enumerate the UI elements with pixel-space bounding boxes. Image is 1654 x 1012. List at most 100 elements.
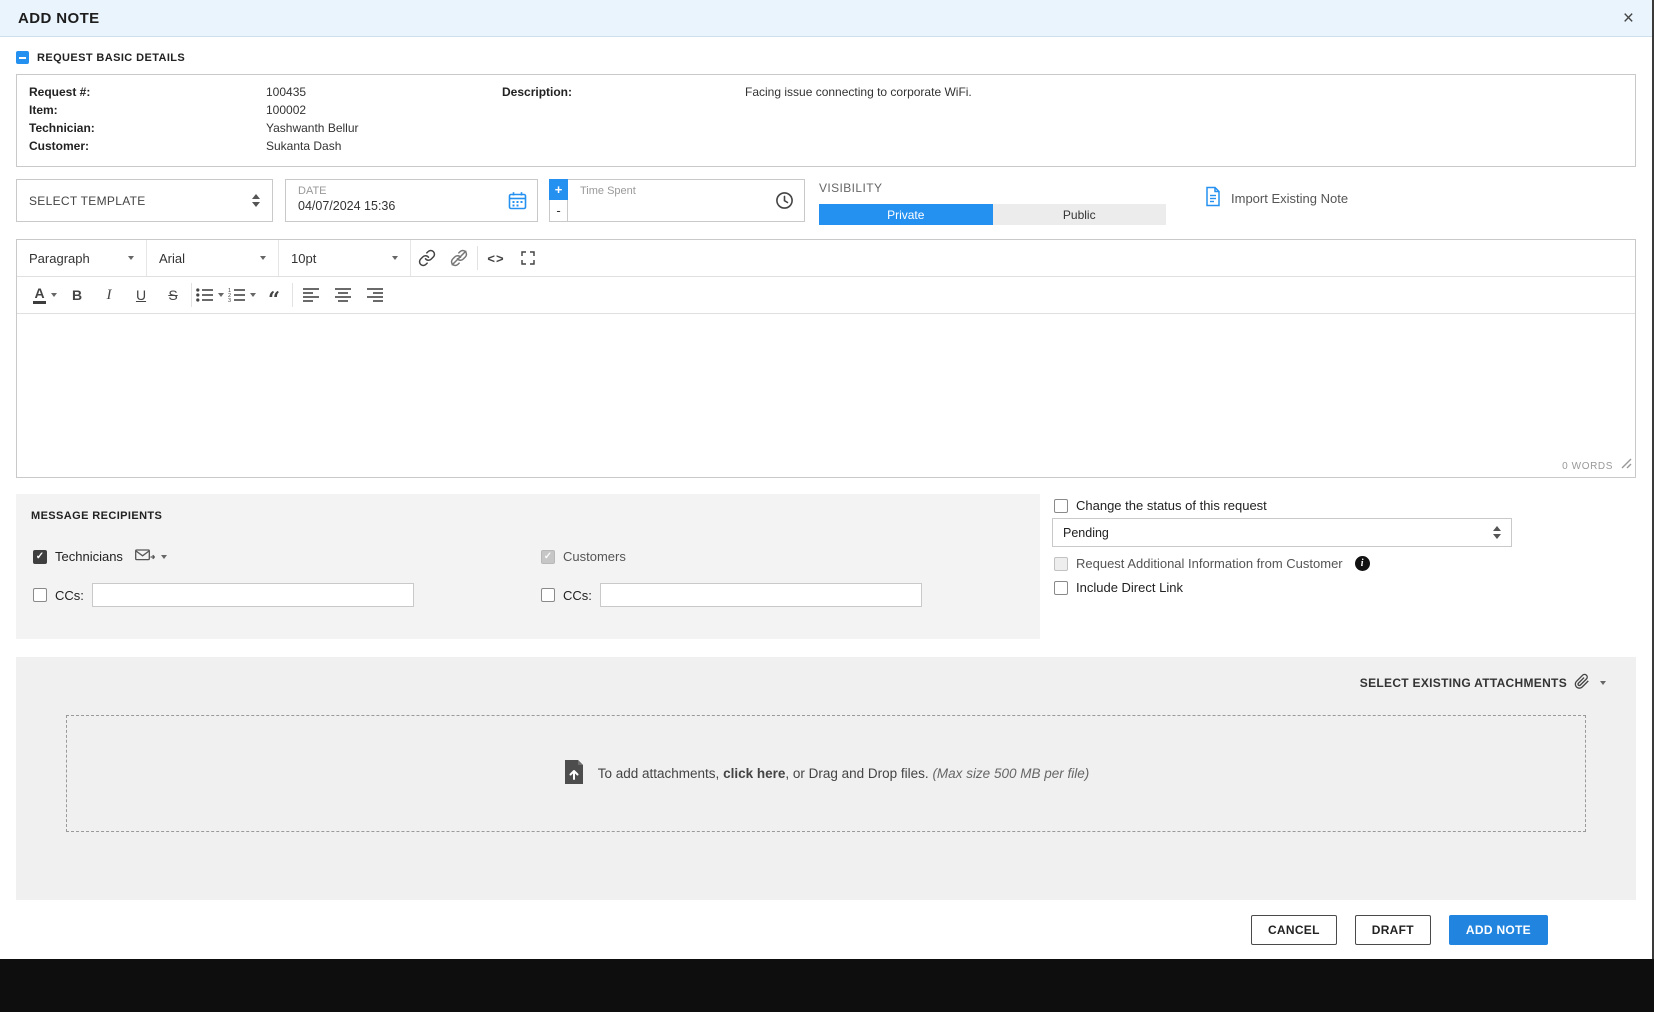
request-additional-info-label: Request Additional Information from Cust… xyxy=(1076,556,1343,571)
note-body-textarea[interactable]: 0 WORDS xyxy=(17,314,1635,477)
customer-ccs-input[interactable] xyxy=(600,583,922,607)
technician-ccs-label: CCs: xyxy=(55,588,84,603)
editor-toolbar-row-2: A B I U S 123 “ xyxy=(17,277,1635,314)
technician-ccs-checkbox[interactable] xyxy=(33,588,47,602)
align-left-icon xyxy=(303,288,319,302)
info-icon[interactable]: i xyxy=(1355,556,1370,571)
visibility-public-option[interactable]: Public xyxy=(993,204,1167,225)
customer-label: Customer: xyxy=(29,139,89,153)
customer-ccs-checkbox[interactable] xyxy=(541,588,555,602)
import-note-icon xyxy=(1203,186,1223,210)
fullscreen-icon xyxy=(520,250,536,266)
select-existing-attachments-label: SELECT EXISTING ATTACHMENTS xyxy=(1360,676,1567,690)
align-right-icon xyxy=(367,288,383,302)
font-size-dropdown[interactable]: 10pt xyxy=(279,240,411,276)
change-status-checkbox[interactable] xyxy=(1054,499,1068,513)
numbered-list-icon: 123 xyxy=(228,288,245,302)
chevron-down-icon xyxy=(218,293,224,297)
font-family-dropdown[interactable]: Arial xyxy=(147,240,279,276)
collapse-icon[interactable] xyxy=(16,51,29,64)
sort-arrows-icon xyxy=(252,194,260,207)
include-direct-link-checkbox[interactable] xyxy=(1054,581,1068,595)
date-field[interactable]: DATE 04/07/2024 15:36 xyxy=(285,179,538,222)
underline-button[interactable]: U xyxy=(125,277,157,313)
draft-button[interactable]: DRAFT xyxy=(1355,915,1431,945)
change-status-label: Change the status of this request xyxy=(1076,498,1267,513)
include-direct-link-label: Include Direct Link xyxy=(1076,580,1183,595)
toolbar-separator xyxy=(292,283,293,307)
technician-value: Yashwanth Bellur xyxy=(266,121,359,135)
clock-icon[interactable] xyxy=(775,191,794,215)
date-value: 04/07/2024 15:36 xyxy=(298,199,525,213)
select-existing-attachments-button[interactable]: SELECT EXISTING ATTACHMENTS xyxy=(1360,673,1606,693)
time-plus-button[interactable]: + xyxy=(549,179,568,200)
blockquote-button[interactable]: “ xyxy=(258,277,290,313)
message-recipients-panel: MESSAGE RECIPIENTS Technicians CCs: Cust… xyxy=(16,494,1040,639)
time-spent-field[interactable]: Time Spent xyxy=(568,179,805,222)
import-existing-note-button[interactable]: Import Existing Note xyxy=(1203,186,1348,210)
chevron-down-icon xyxy=(161,555,167,559)
bold-button[interactable]: B xyxy=(61,277,93,313)
technicians-checkbox[interactable] xyxy=(33,550,47,564)
visibility-label: VISIBILITY xyxy=(819,181,882,195)
remove-link-button[interactable] xyxy=(443,240,475,276)
customers-row: Customers xyxy=(541,549,626,564)
italic-button[interactable]: I xyxy=(93,277,125,313)
fullscreen-button[interactable] xyxy=(512,240,544,276)
time-stepper: + - xyxy=(549,179,568,222)
customers-label: Customers xyxy=(563,549,626,564)
strikethrough-button[interactable]: S xyxy=(157,277,189,313)
request-additional-info-checkbox xyxy=(1054,557,1068,571)
cancel-button[interactable]: CANCEL xyxy=(1251,915,1337,945)
sort-arrows-icon xyxy=(1493,526,1501,539)
dropzone-text-prefix: To add attachments, xyxy=(598,766,723,781)
date-label: DATE xyxy=(298,185,525,197)
text-color-button[interactable]: A xyxy=(29,277,61,313)
toolbar-separator xyxy=(477,246,478,270)
resize-handle-icon[interactable] xyxy=(1621,456,1632,474)
dropzone-click-here-link[interactable]: click here xyxy=(723,766,785,781)
insert-link-button[interactable] xyxy=(411,240,443,276)
status-select-dropdown[interactable]: Pending xyxy=(1052,518,1512,547)
paperclip-icon xyxy=(1574,673,1590,693)
time-spent-group: + - Time Spent xyxy=(549,179,805,222)
paragraph-style-label: Paragraph xyxy=(29,251,90,266)
attachments-panel: SELECT EXISTING ATTACHMENTS To add attac… xyxy=(16,657,1636,902)
code-view-button[interactable]: <> xyxy=(480,240,512,276)
request-number-label: Request #: xyxy=(29,85,90,99)
time-minus-button[interactable]: - xyxy=(549,200,568,222)
attachment-dropzone[interactable]: To add attachments, click here, or Drag … xyxy=(66,715,1586,832)
paragraph-style-dropdown[interactable]: Paragraph xyxy=(17,240,147,276)
add-note-modal: ADD NOTE × REQUEST BASIC DETAILS Request… xyxy=(0,0,1654,959)
description-label: Description: xyxy=(502,85,572,99)
customer-ccs-row: CCs: xyxy=(541,583,922,607)
note-controls-row: SELECT TEMPLATE DATE 04/07/2024 15:36 + … xyxy=(16,179,1636,225)
unlink-icon xyxy=(450,249,468,267)
include-direct-link-row: Include Direct Link xyxy=(1054,580,1183,595)
align-right-button[interactable] xyxy=(359,277,391,313)
align-left-button[interactable] xyxy=(295,277,327,313)
technicians-row: Technicians xyxy=(33,549,167,564)
message-recipients-title: MESSAGE RECIPIENTS xyxy=(31,510,162,522)
time-spent-label: Time Spent xyxy=(580,185,792,197)
technicians-label: Technicians xyxy=(55,549,123,564)
modal-header: ADD NOTE × xyxy=(0,0,1652,37)
svg-text:3: 3 xyxy=(228,298,231,302)
notify-mail-icon[interactable] xyxy=(135,549,167,564)
upload-file-icon xyxy=(563,759,585,788)
add-note-button[interactable]: ADD NOTE xyxy=(1449,915,1548,945)
chevron-down-icon xyxy=(128,256,134,260)
align-center-button[interactable] xyxy=(327,277,359,313)
visibility-private-option[interactable]: Private xyxy=(819,204,993,225)
technician-ccs-row: CCs: xyxy=(33,583,414,607)
visibility-group: VISIBILITY Private Public xyxy=(819,179,1166,225)
numbered-list-button[interactable]: 123 xyxy=(226,277,258,313)
bullet-list-button[interactable] xyxy=(194,277,226,313)
calendar-icon[interactable] xyxy=(508,191,527,215)
recipients-status-row: MESSAGE RECIPIENTS Technicians CCs: Cust… xyxy=(16,494,1636,639)
font-size-label: 10pt xyxy=(291,251,316,266)
technician-ccs-input[interactable] xyxy=(92,583,414,607)
close-icon[interactable]: × xyxy=(1623,9,1634,28)
align-center-icon xyxy=(335,288,351,302)
select-template-dropdown[interactable]: SELECT TEMPLATE xyxy=(16,179,273,222)
